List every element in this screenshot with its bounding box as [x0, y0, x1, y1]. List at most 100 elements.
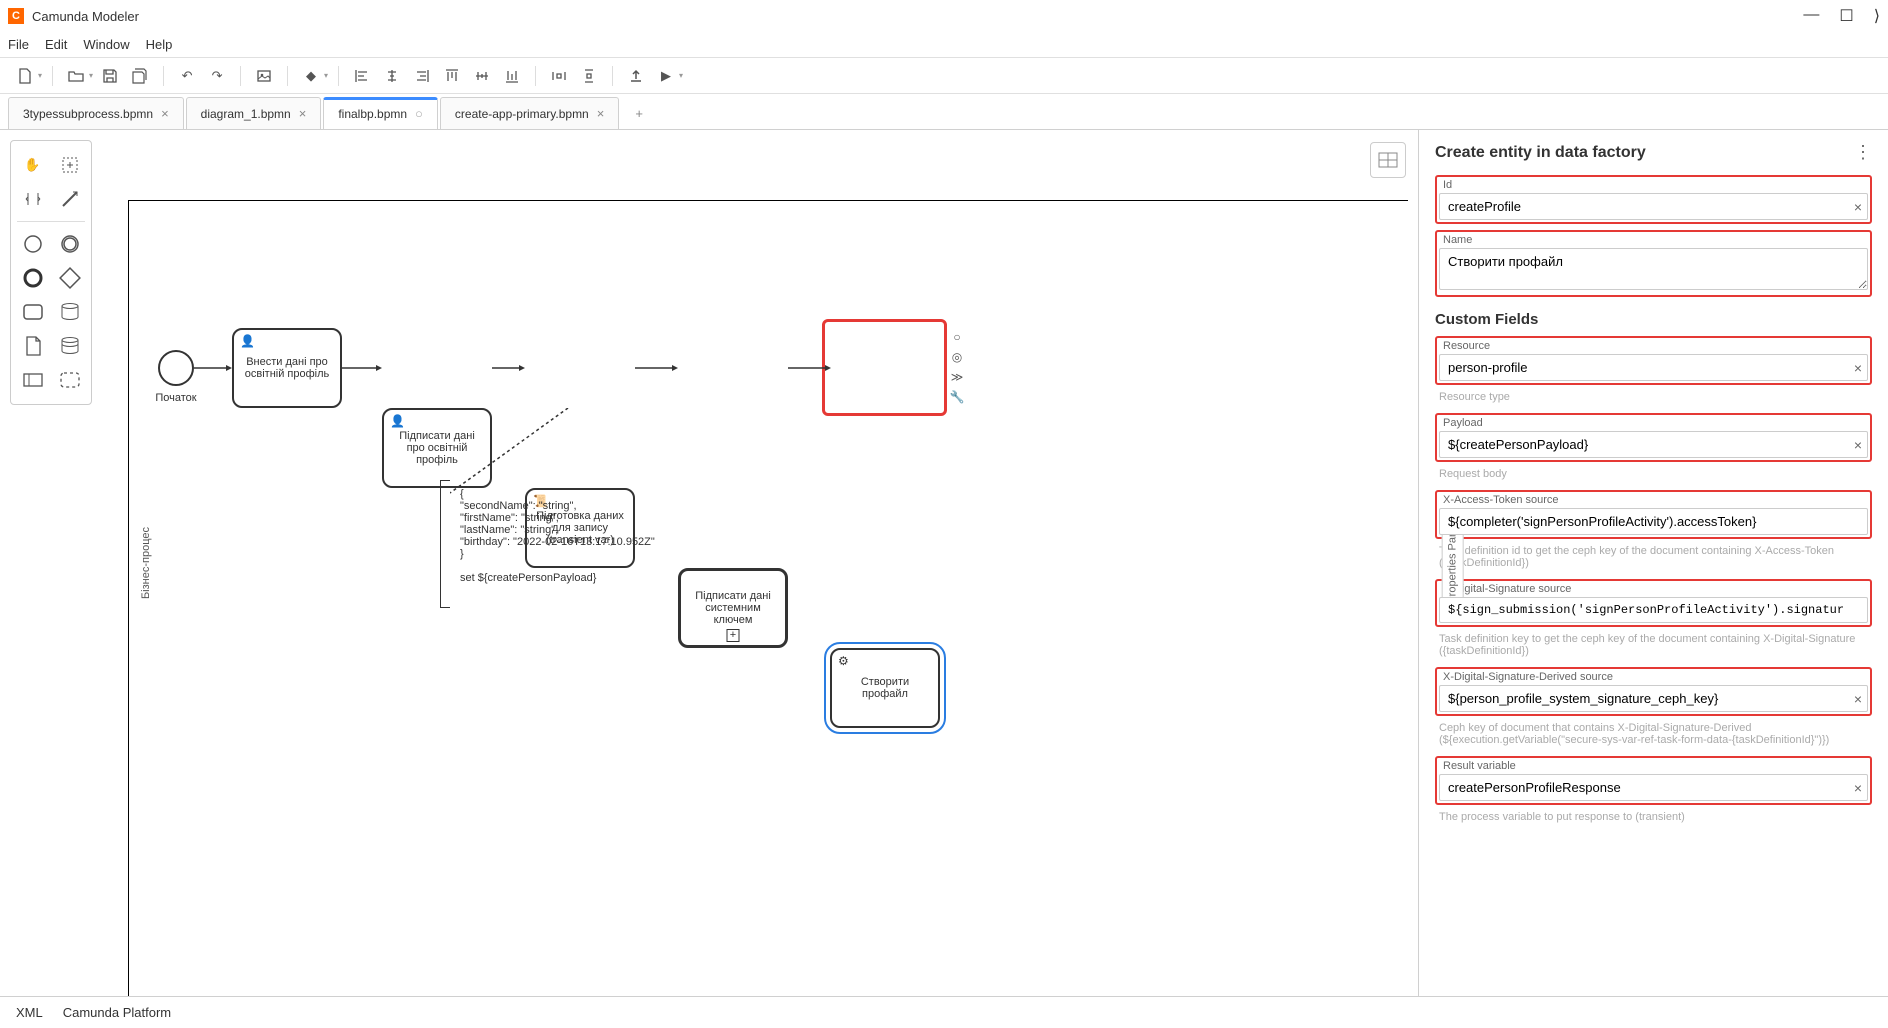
- align-middle-icon[interactable]: [469, 63, 495, 89]
- resource-label: Resource: [1439, 340, 1868, 352]
- minimize-button[interactable]: —: [1803, 6, 1819, 26]
- align-center-icon[interactable]: [379, 63, 405, 89]
- properties-menu-icon[interactable]: ⋮: [1854, 142, 1872, 163]
- lasso-tool-icon[interactable]: [54, 149, 86, 181]
- save-all-icon[interactable]: [127, 63, 153, 89]
- save-icon[interactable]: [97, 63, 123, 89]
- text-annotation[interactable]: { "secondName": "string", "firstName": "…: [452, 484, 702, 588]
- clear-icon[interactable]: ×: [1854, 780, 1862, 796]
- context-wrench-icon[interactable]: 🔧: [948, 388, 966, 406]
- new-file-dropdown-icon[interactable]: ▾: [38, 71, 42, 80]
- clear-icon[interactable]: ×: [1854, 199, 1862, 215]
- footer-xml-tab[interactable]: XML: [16, 1005, 43, 1020]
- task-sign-data[interactable]: 👤 Підписати дані про освітній профіль: [382, 408, 492, 488]
- custom-fields-heading: Custom Fields: [1435, 311, 1872, 328]
- menu-file[interactable]: File: [8, 37, 29, 52]
- menu-edit[interactable]: Edit: [45, 37, 67, 52]
- task-create-profile[interactable]: ⚙ Створити профайл: [830, 648, 940, 728]
- tab-close-icon[interactable]: ×: [597, 106, 605, 121]
- clear-icon[interactable]: ×: [1854, 437, 1862, 453]
- user-task-icon: 👤: [240, 334, 255, 348]
- tab-finalbp[interactable]: finalbp.bpmn ○: [323, 97, 438, 129]
- xat-input[interactable]: [1439, 508, 1868, 535]
- start-event[interactable]: [158, 350, 194, 386]
- id-label: Id: [1439, 179, 1868, 191]
- task-enter-data[interactable]: 👤 Внести дані про освітній профіль: [232, 328, 342, 408]
- play-icon[interactable]: ▶: [653, 63, 679, 89]
- tab-create-app-primary[interactable]: create-app-primary.bpmn×: [440, 97, 619, 129]
- result-input[interactable]: [1439, 774, 1868, 801]
- tabs: 3typessubprocess.bpmn× diagram_1.bpmn× f…: [0, 94, 1888, 130]
- xat-hint: Task definition id to get the ceph key o…: [1435, 545, 1872, 569]
- end-event-icon[interactable]: [17, 262, 49, 294]
- pool-icon[interactable]: [17, 364, 49, 396]
- payload-input[interactable]: [1439, 431, 1868, 458]
- context-chevron-icon[interactable]: ≫: [948, 368, 966, 386]
- footer: XML Camunda Platform: [0, 996, 1888, 1028]
- connect-tool-icon[interactable]: [54, 183, 86, 215]
- service-task-icon: ⚙: [838, 654, 849, 668]
- group-icon[interactable]: [54, 364, 86, 396]
- align-right-icon[interactable]: [409, 63, 435, 89]
- intermediate-event-icon[interactable]: [54, 228, 86, 260]
- data-store-icon-2[interactable]: [54, 330, 86, 362]
- new-file-icon[interactable]: [12, 63, 38, 89]
- color-dropdown-icon[interactable]: ▾: [324, 71, 328, 80]
- open-file-dropdown-icon[interactable]: ▾: [89, 71, 93, 80]
- minimap-button[interactable]: [1370, 142, 1406, 178]
- tab-close-icon[interactable]: ×: [299, 106, 307, 121]
- align-bottom-icon[interactable]: [499, 63, 525, 89]
- redo-icon[interactable]: ↷: [204, 63, 230, 89]
- tab-close-icon[interactable]: ×: [161, 106, 169, 121]
- color-icon[interactable]: ◆: [298, 63, 324, 89]
- tab-label: finalbp.bpmn: [338, 107, 407, 121]
- start-event-icon[interactable]: [17, 228, 49, 260]
- resource-input[interactable]: [1439, 354, 1868, 381]
- menu-window[interactable]: Window: [83, 37, 129, 52]
- image-icon[interactable]: [251, 63, 277, 89]
- hand-tool-icon[interactable]: ✋: [17, 149, 49, 181]
- selection-highlight: [822, 319, 947, 416]
- name-input[interactable]: Створити профайл: [1439, 248, 1868, 290]
- maximize-button[interactable]: ☐: [1839, 6, 1853, 26]
- gateway-icon[interactable]: [54, 262, 86, 294]
- menu-help[interactable]: Help: [146, 37, 173, 52]
- tab-dirty-icon[interactable]: ○: [415, 106, 423, 121]
- play-dropdown-icon[interactable]: ▾: [679, 71, 683, 80]
- align-left-icon[interactable]: [349, 63, 375, 89]
- context-event-icon[interactable]: ○: [948, 328, 966, 346]
- properties-panel: Properties Panel Create entity in data f…: [1418, 130, 1888, 996]
- task-label: Підписати дані системним ключем: [687, 590, 779, 626]
- xdsd-hint: Ceph key of document that contains X-Dig…: [1435, 722, 1872, 746]
- xat-label: X-Access-Token source: [1439, 494, 1868, 506]
- task-icon[interactable]: [17, 296, 49, 328]
- user-task-icon: 👤: [390, 414, 405, 428]
- canvas[interactable]: ✋: [0, 130, 1418, 996]
- payload-hint: Request body: [1435, 468, 1872, 480]
- xdsd-input[interactable]: [1439, 685, 1868, 712]
- menubar: File Edit Window Help: [0, 32, 1888, 58]
- distribute-v-icon[interactable]: [576, 63, 602, 89]
- payload-label: Payload: [1439, 417, 1868, 429]
- clear-icon[interactable]: ×: [1854, 691, 1862, 707]
- result-hint: The process variable to put response to …: [1435, 811, 1872, 823]
- close-button[interactable]: ⟩: [1874, 6, 1880, 26]
- id-input[interactable]: [1439, 193, 1868, 220]
- context-end-icon[interactable]: ◎: [948, 348, 966, 366]
- context-pad: ○ ◎ ≫ 🔧: [948, 328, 966, 406]
- distribute-h-icon[interactable]: [546, 63, 572, 89]
- upload-icon[interactable]: [623, 63, 649, 89]
- space-tool-icon[interactable]: [17, 183, 49, 215]
- footer-platform-tab[interactable]: Camunda Platform: [63, 1005, 171, 1020]
- data-store-icon[interactable]: [54, 296, 86, 328]
- tab-diagram1[interactable]: diagram_1.bpmn×: [186, 97, 322, 129]
- new-tab-button[interactable]: +: [621, 98, 657, 129]
- open-file-icon[interactable]: [63, 63, 89, 89]
- tab-3typessubprocess[interactable]: 3typessubprocess.bpmn×: [8, 97, 184, 129]
- clear-icon[interactable]: ×: [1854, 360, 1862, 376]
- undo-icon[interactable]: ↶: [174, 63, 200, 89]
- align-top-icon[interactable]: [439, 63, 465, 89]
- xds-input[interactable]: [1439, 597, 1868, 623]
- annotation-bracket: [440, 480, 450, 608]
- data-object-icon[interactable]: [17, 330, 49, 362]
